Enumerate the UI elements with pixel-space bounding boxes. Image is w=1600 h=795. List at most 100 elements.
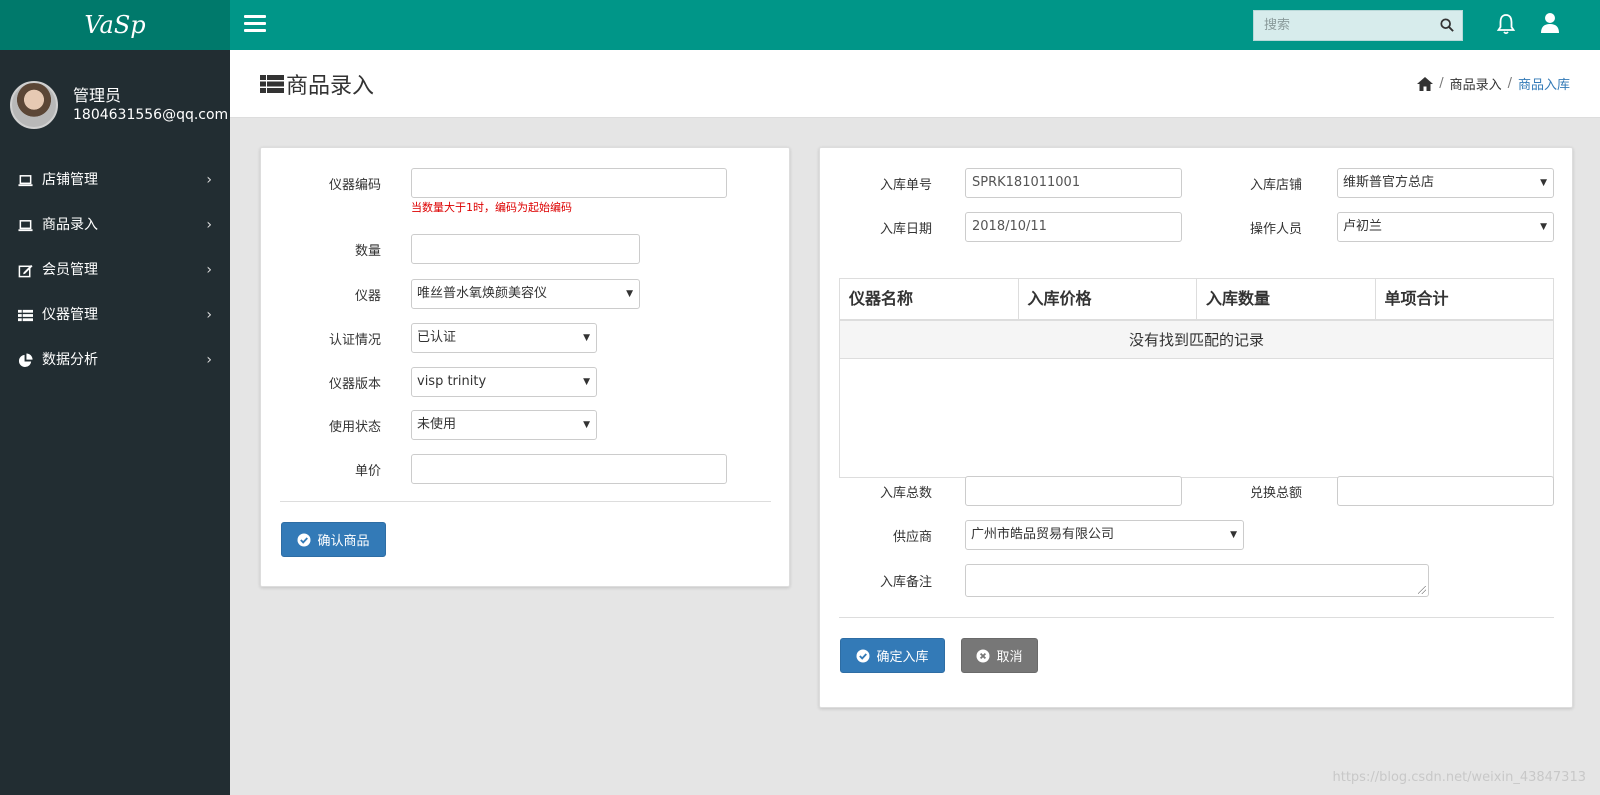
divider bbox=[839, 617, 1554, 618]
chevron-right-icon: › bbox=[206, 217, 212, 233]
total-qty-input[interactable] bbox=[965, 476, 1182, 506]
check-circle-icon bbox=[856, 649, 870, 662]
resize-grip-icon[interactable] bbox=[1418, 586, 1426, 594]
stock-items-table: 仪器名称 入库价格 入库数量 单项合计 没有找到匹配的记录 bbox=[839, 278, 1554, 478]
usage-status-select[interactable]: 未使用 ▼ bbox=[411, 410, 597, 440]
version-select[interactable]: visp trinity ▼ bbox=[411, 367, 597, 397]
cancel-label: 取消 bbox=[996, 650, 1023, 665]
table-empty-message: 没有找到匹配的记录 bbox=[840, 321, 1553, 359]
certification-select[interactable]: 已认证 ▼ bbox=[411, 323, 597, 353]
unit-price-input[interactable] bbox=[411, 454, 727, 484]
close-circle-icon bbox=[976, 649, 990, 662]
store-label: 入库店铺 bbox=[1249, 178, 1302, 193]
user-icon[interactable] bbox=[1540, 12, 1560, 34]
dropdown-arrow-icon: ▼ bbox=[1540, 178, 1547, 188]
total-qty-label: 入库总数 bbox=[879, 486, 932, 501]
usage-status-select-value: 未使用 bbox=[417, 417, 457, 432]
confirm-product-button[interactable]: 确认商品 bbox=[281, 522, 386, 557]
order-no-input[interactable]: SPRK181011001 bbox=[965, 168, 1182, 198]
store-select[interactable]: 维斯普官方总店 ▼ bbox=[1337, 168, 1554, 198]
confirm-stock-in-button[interactable]: 确定入库 bbox=[840, 638, 945, 673]
remark-label: 入库备注 bbox=[879, 575, 932, 590]
breadcrumb-separator: / bbox=[1507, 76, 1512, 91]
stock-in-panel: 入库单号 SPRK181011001 入库店铺 维斯普官方总店 ▼ 入库日期 20… bbox=[819, 147, 1573, 708]
pie-chart-icon bbox=[18, 353, 33, 368]
breadcrumb-current: 商品入库 bbox=[1517, 78, 1570, 93]
app-logo[interactable]: VaSp bbox=[0, 0, 230, 50]
operator-select-value: 卢初兰 bbox=[1343, 219, 1383, 234]
menu-toggle-icon[interactable] bbox=[244, 15, 266, 35]
order-no-label: 入库单号 bbox=[879, 178, 932, 193]
sidebar-item-product-entry[interactable]: 商品录入 › bbox=[0, 203, 230, 248]
chevron-right-icon: › bbox=[206, 172, 212, 188]
chevron-right-icon: › bbox=[206, 352, 212, 368]
remark-textarea[interactable] bbox=[965, 564, 1429, 597]
content-header: 商品录入 / 商品录入 / 商品入库 bbox=[230, 50, 1600, 118]
stock-in-date-input[interactable]: 2018/10/11 bbox=[965, 212, 1182, 242]
cancel-button[interactable]: 取消 bbox=[961, 638, 1038, 673]
store-select-value: 维斯普官方总店 bbox=[1343, 175, 1435, 190]
avatar bbox=[10, 81, 58, 129]
column-header[interactable]: 入库数量 bbox=[1197, 279, 1376, 319]
status-label: 使用状态 bbox=[328, 420, 381, 435]
breadcrumb-item[interactable]: 商品录入 bbox=[1450, 74, 1502, 93]
operator-label: 操作人员 bbox=[1249, 222, 1302, 237]
supplier-select[interactable]: 广州市皓品贸易有限公司 ▼ bbox=[965, 520, 1244, 550]
search-icon[interactable] bbox=[1440, 18, 1454, 32]
dropdown-arrow-icon: ▼ bbox=[583, 377, 590, 387]
sidebar-item-device-management[interactable]: 仪器管理 › bbox=[0, 293, 230, 338]
device-select-value: 唯丝普水氧焕颜美容仪 bbox=[417, 286, 548, 301]
version-select-value: visp trinity bbox=[417, 374, 487, 389]
divider bbox=[280, 501, 771, 502]
search-box bbox=[1253, 10, 1463, 41]
sidebar-nav: 店铺管理 › 商品录入 › 会员管理 › 仪器管理 › 数据分析 › bbox=[0, 158, 230, 383]
product-form-panel: 仪器编码 当数量大于1时，编码为起始编码 数量 仪器 唯丝普水氧焕颜美容仪 ▼ 认… bbox=[260, 147, 790, 587]
top-navbar: VaSp bbox=[0, 0, 1600, 50]
chevron-right-icon: › bbox=[206, 262, 212, 278]
code-hint: 当数量大于1时，编码为起始编码 bbox=[411, 201, 572, 214]
edit-icon bbox=[18, 264, 33, 278]
device-select[interactable]: 唯丝普水氧焕颜美容仪 ▼ bbox=[411, 279, 640, 309]
sidebar-item-label: 数据分析 bbox=[42, 352, 98, 368]
dropdown-arrow-icon: ▼ bbox=[583, 333, 590, 343]
search-input[interactable] bbox=[1254, 11, 1434, 40]
home-icon[interactable] bbox=[1417, 76, 1434, 91]
exchange-total-label: 兑换总额 bbox=[1249, 486, 1302, 501]
user-email: 1804631556@qq.com bbox=[73, 107, 229, 123]
page-title: 商品录入 bbox=[260, 68, 374, 100]
user-name: 管理员 bbox=[73, 86, 122, 105]
laptop-icon bbox=[18, 220, 33, 232]
breadcrumb: / 商品录入 / 商品入库 bbox=[1417, 74, 1570, 93]
dropdown-arrow-icon: ▼ bbox=[626, 289, 633, 299]
device-code-input[interactable] bbox=[411, 168, 727, 198]
supplier-select-value: 广州市皓品贸易有限公司 bbox=[971, 527, 1115, 542]
code-label: 仪器编码 bbox=[328, 178, 381, 193]
dropdown-arrow-icon: ▼ bbox=[1540, 222, 1547, 232]
qty-label: 数量 bbox=[354, 244, 381, 259]
supplier-label: 供应商 bbox=[892, 530, 932, 545]
chevron-right-icon: › bbox=[206, 307, 212, 323]
bell-icon[interactable] bbox=[1496, 13, 1516, 35]
certification-select-value: 已认证 bbox=[417, 330, 457, 345]
dropdown-arrow-icon: ▼ bbox=[1230, 530, 1237, 540]
sidebar-item-data-analysis[interactable]: 数据分析 › bbox=[0, 338, 230, 383]
sidebar: 管理员 1804631556@qq.com 店铺管理 › 商品录入 › 会员管理… bbox=[0, 50, 230, 795]
column-header[interactable]: 仪器名称 bbox=[840, 279, 1019, 319]
sidebar-item-label: 商品录入 bbox=[42, 217, 98, 233]
list-icon bbox=[260, 75, 284, 93]
sidebar-item-label: 店铺管理 bbox=[42, 172, 98, 188]
table-header-row: 仪器名称 入库价格 入库数量 单项合计 bbox=[840, 279, 1553, 321]
price-label: 单价 bbox=[354, 464, 381, 479]
sidebar-item-store-management[interactable]: 店铺管理 › bbox=[0, 158, 230, 203]
quantity-input[interactable] bbox=[411, 234, 640, 264]
sidebar-item-member-management[interactable]: 会员管理 › bbox=[0, 248, 230, 293]
sidebar-item-label: 会员管理 bbox=[42, 262, 98, 278]
column-header[interactable]: 单项合计 bbox=[1376, 279, 1554, 319]
operator-select[interactable]: 卢初兰 ▼ bbox=[1337, 212, 1554, 242]
column-header[interactable]: 入库价格 bbox=[1019, 279, 1197, 319]
cert-label: 认证情况 bbox=[328, 333, 381, 348]
breadcrumb-separator: / bbox=[1439, 76, 1444, 91]
page-title-text: 商品录入 bbox=[286, 74, 375, 99]
exchange-total-input[interactable] bbox=[1337, 476, 1554, 506]
date-label: 入库日期 bbox=[879, 222, 932, 237]
